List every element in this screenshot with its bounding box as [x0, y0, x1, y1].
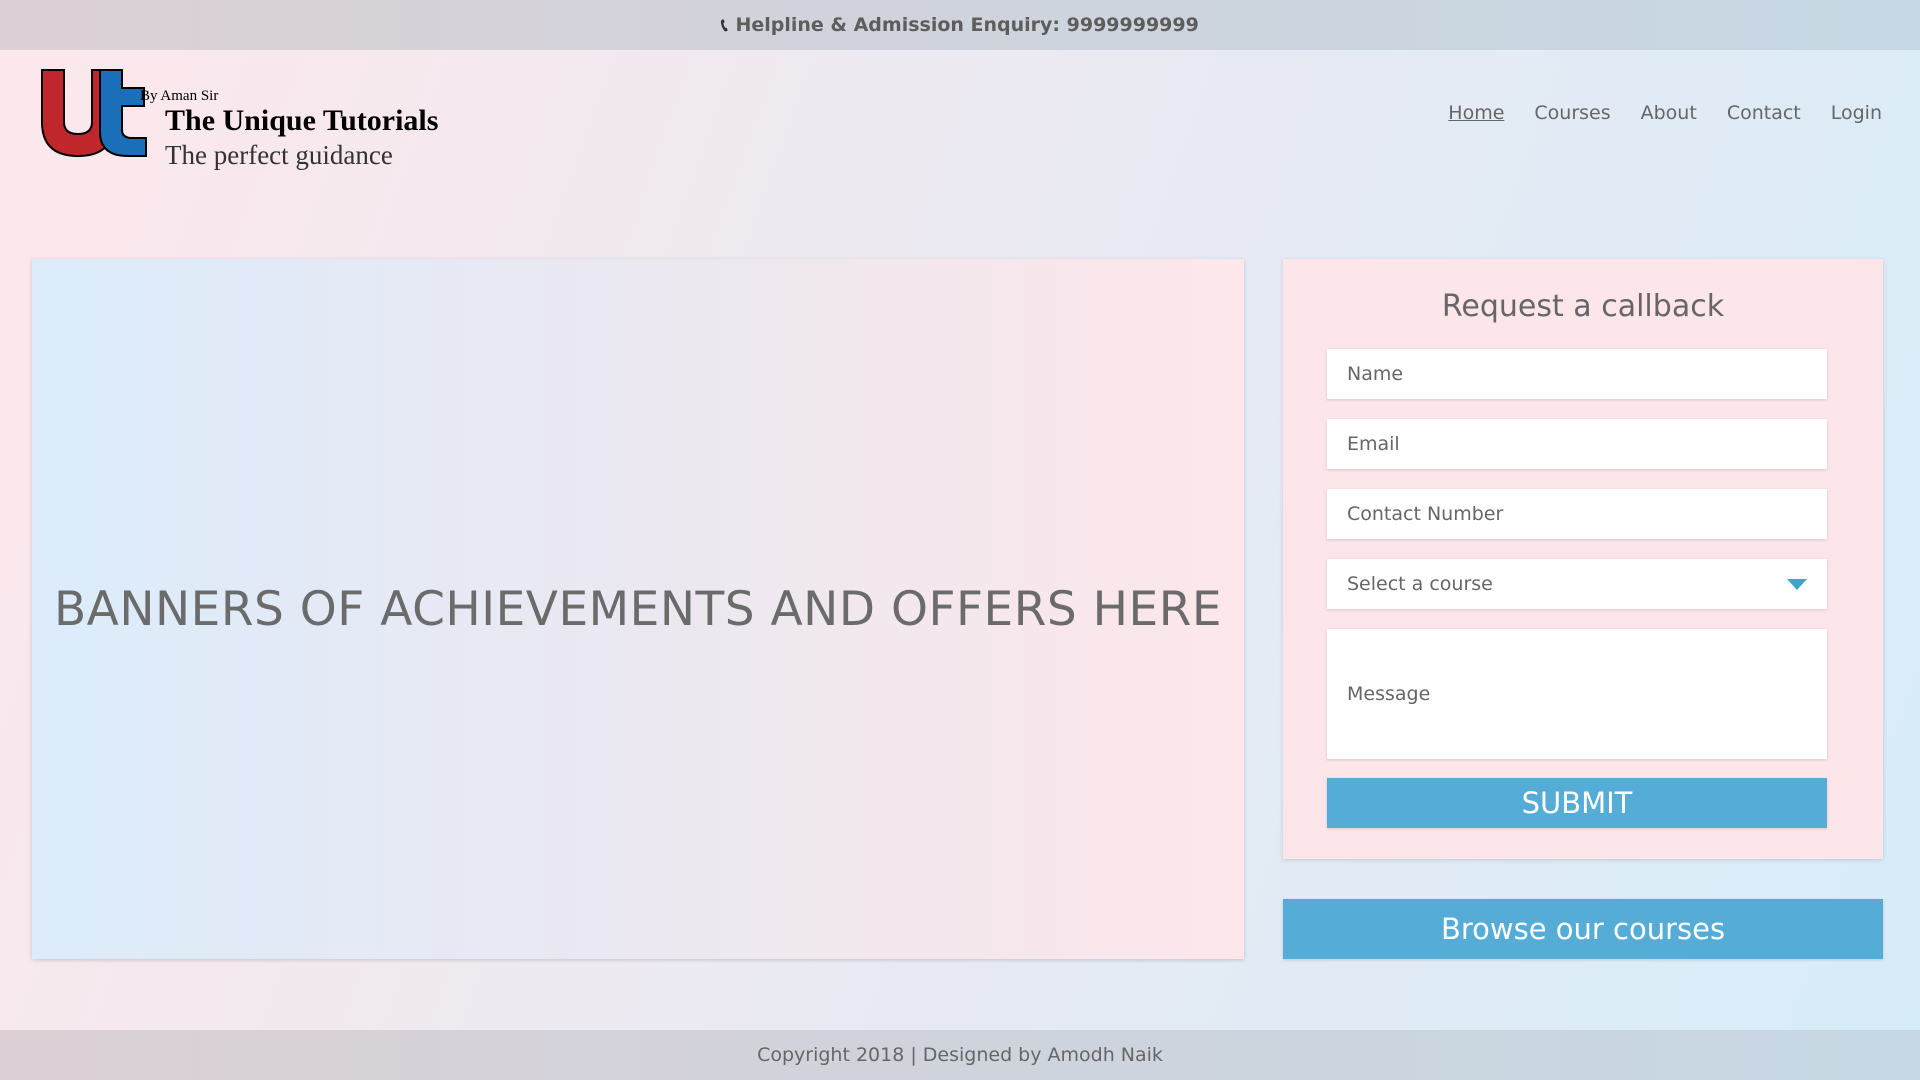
phone-icon: 📞︎ — [721, 14, 728, 36]
email-field[interactable]: Email — [1327, 419, 1827, 469]
nav-home[interactable]: Home — [1448, 102, 1504, 124]
chevron-down-icon — [1787, 578, 1807, 590]
callback-title: Request a callback — [1441, 289, 1725, 324]
message-field[interactable]: Message — [1327, 629, 1827, 759]
main-nav: Home Courses About Contact Login — [1448, 102, 1882, 124]
nav-login[interactable]: Login — [1831, 102, 1882, 124]
helpline-bar: 📞︎ Helpline & Admission Enquiry: 9999999… — [0, 0, 1920, 50]
logo-tagline: The perfect guidance — [165, 140, 393, 170]
submit-button[interactable]: SUBMIT — [1327, 778, 1827, 828]
name-field[interactable]: Name — [1327, 349, 1827, 399]
course-select-value: Select a course — [1347, 573, 1493, 595]
banner-text: BANNERS OF ACHIEVEMENTS AND OFFERS HERE — [53, 581, 1223, 637]
nav-contact[interactable]: Contact — [1727, 102, 1801, 124]
logo-brand: The Unique Tutorials — [165, 104, 439, 137]
site-footer: Copyright 2018 | Designed by Amodh Naik — [0, 1030, 1920, 1080]
browse-courses-button[interactable]: Browse our courses — [1283, 899, 1883, 959]
logo-byline: By Aman Sir — [140, 88, 219, 104]
site-header: By Aman Sir The Unique Tutorials The per… — [0, 50, 1920, 180]
nav-about[interactable]: About — [1641, 102, 1697, 124]
site-logo[interactable]: By Aman Sir The Unique Tutorials The per… — [40, 68, 460, 170]
contact-number-field[interactable]: Contact Number — [1327, 489, 1827, 539]
footer-text: Copyright 2018 | Designed by Amodh Naik — [757, 1044, 1163, 1066]
ut-logo-icon — [41, 69, 147, 158]
nav-courses[interactable]: Courses — [1534, 102, 1610, 124]
callback-form: Request a callback Name Email Contact Nu… — [1283, 259, 1883, 859]
helpline-text: Helpline & Admission Enquiry: 9999999999 — [735, 14, 1199, 36]
banner-area: BANNERS OF ACHIEVEMENTS AND OFFERS HERE — [32, 259, 1244, 959]
course-select[interactable]: Select a course — [1327, 559, 1827, 609]
